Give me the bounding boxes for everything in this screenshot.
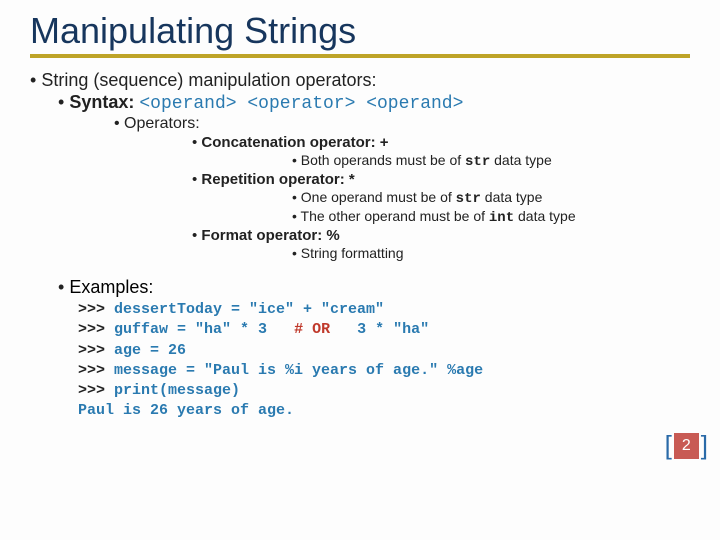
stmt-2: guffaw = "ha" * 3 [114,321,267,338]
operators-line: Operators: Concatenation operator: + Bot… [114,115,690,261]
rep-note-2: The other operand must be of int data ty… [292,208,690,226]
rep-note-1: One operand must be of str data type [292,189,690,207]
spacer [30,262,690,276]
rep-note1-b: data type [481,189,543,205]
examples-label: Examples: [69,277,153,297]
bullet-level-3: Operators: Concatenation operator: + Bot… [114,115,690,261]
intro-line: String (sequence) manipulation operators… [30,70,690,261]
stmt-5: print(message) [114,382,240,399]
stmt-3: age = 26 [114,342,186,359]
bracket-left-icon: [ [663,430,674,461]
output-text: Paul is 26 years of age. [78,402,294,419]
prompt-3: >>> [78,342,114,359]
rep-note1-a: One operand must be of [301,189,456,205]
intro-text: String (sequence) manipulation operators… [41,70,376,90]
bullet-level-5b: One operand must be of str data type The… [292,189,690,226]
syntax-label: Syntax: [69,92,134,112]
code-line-4: >>> message = "Paul is %i years of age."… [78,361,690,381]
bullet-level-5c: String formatting [292,245,690,261]
bullet-level-5a: Both operands must be of str data type [292,152,690,170]
syntax-code: <operand> <operator> <operand> [139,94,463,114]
bracket-right-icon: ] [699,430,710,461]
fmt-line: Format operator: % String formatting [192,227,690,261]
rep-label: Repetition operator: * [201,171,354,188]
rep-line: Repetition operator: * One operand must … [192,171,690,226]
concat-note-b: data type [490,152,552,168]
examples-line: Examples: [58,277,690,298]
rep-note1-type: str [456,191,481,207]
concat-line: Concatenation operator: + Both operands … [192,134,690,170]
prompt-1: >>> [78,301,114,318]
fmt-label: Format operator: % [201,227,339,244]
concat-label: Concatenation operator: + [201,134,388,151]
bullet-level-4: Concatenation operator: + Both operands … [192,134,690,261]
prompt-2: >>> [78,321,114,338]
page-number: 2 [674,433,699,459]
rep-note2-type: int [489,210,514,226]
bullet-level-2: Syntax: <operand> <operator> <operand> O… [58,92,690,261]
operators-label: Operators: [124,115,200,132]
page-number-badge: [ 2 ] [663,430,710,461]
stmt-2-tail: 3 * "ha" [357,321,429,338]
code-line-3: >>> age = 26 [78,341,690,361]
stmt-4: message = "Paul is %i years of age." %ag… [114,362,483,379]
rep-note2-a: The other operand must be of [301,208,489,224]
comment-2: # OR [294,321,330,338]
code-block: >>> dessertToday = "ice" + "cream" >>> g… [78,300,690,422]
concat-type: str [465,154,490,170]
bullet-level-1: String (sequence) manipulation operators… [30,70,690,261]
examples-bullet: Examples: [58,277,690,298]
concat-note: Both operands must be of str data type [292,152,690,170]
title-underline [30,54,690,58]
code-output: Paul is 26 years of age. [78,401,690,421]
slide-title: Manipulating Strings [30,10,690,52]
code-line-5: >>> print(message) [78,381,690,401]
prompt-5: >>> [78,382,114,399]
concat-note-a: Both operands must be of [301,152,465,168]
slide-body: Manipulating Strings String (sequence) m… [0,0,720,442]
rep-note2-b: data type [514,208,576,224]
fmt-note: String formatting [292,245,690,261]
stmt-1: dessertToday = "ice" + "cream" [114,301,384,318]
code-line-1: >>> dessertToday = "ice" + "cream" [78,300,690,320]
syntax-line: Syntax: <operand> <operator> <operand> O… [58,92,690,261]
code-line-2: >>> guffaw = "ha" * 3 # OR 3 * "ha" [78,320,690,340]
fmt-note-text: String formatting [301,245,404,261]
prompt-4: >>> [78,362,114,379]
